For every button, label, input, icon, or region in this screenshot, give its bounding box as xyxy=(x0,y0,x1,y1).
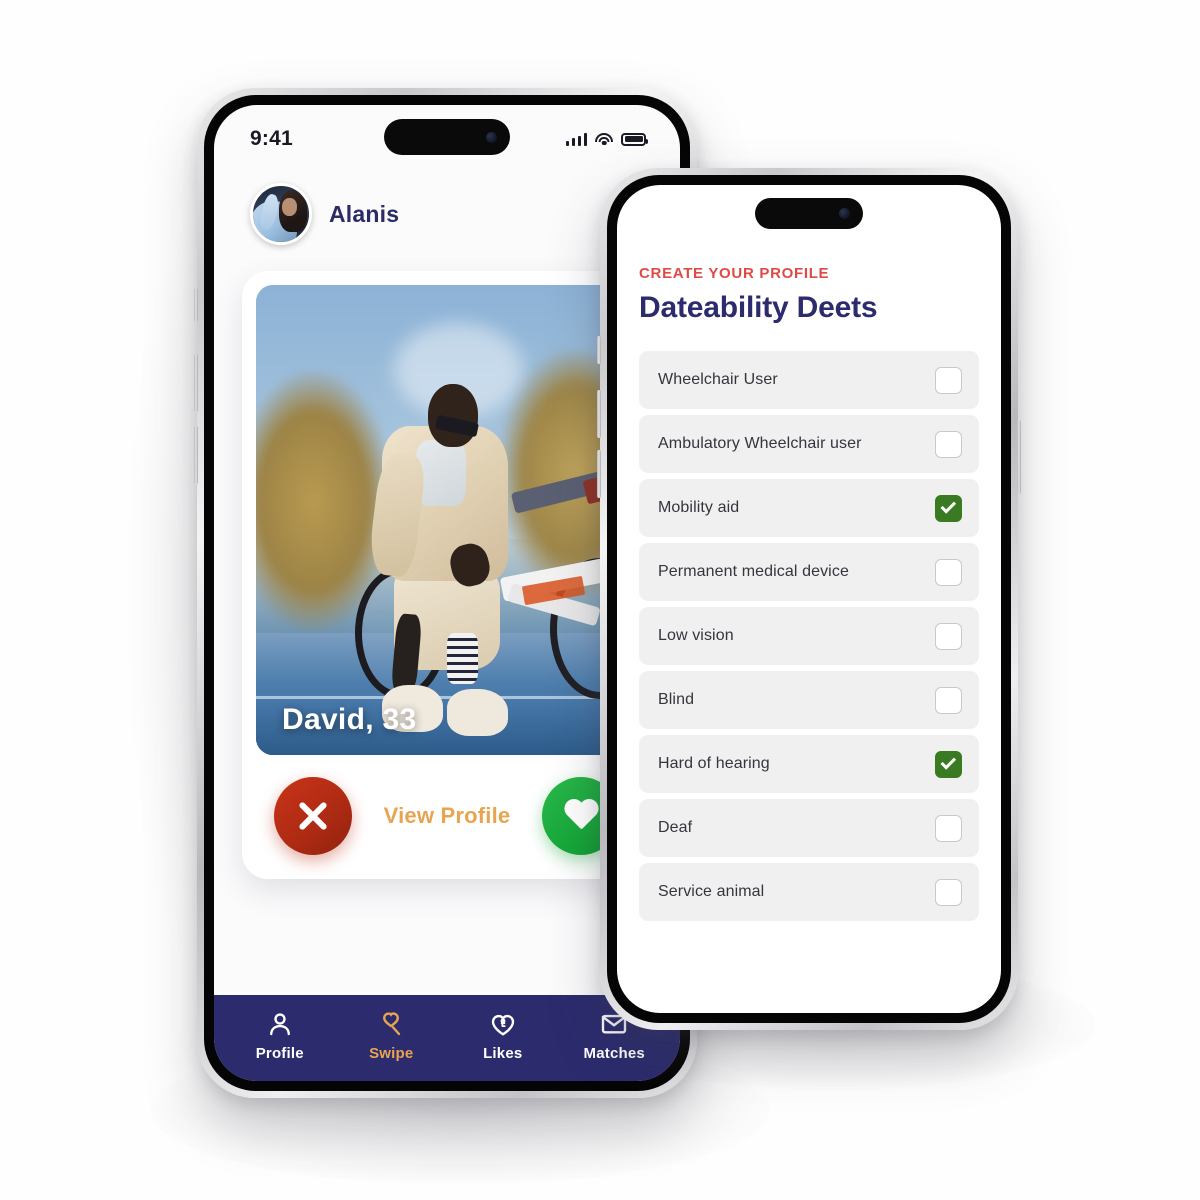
screenshot-stage: 9:41 Alanis David, 33 View Profile Profi… xyxy=(0,0,1200,1200)
volume-up-button[interactable] xyxy=(194,354,198,412)
user-name: Alanis xyxy=(329,200,400,227)
option-label: Ambulatory Wheelchair user xyxy=(658,435,862,452)
option-checkbox[interactable] xyxy=(935,814,962,842)
volume-down-button-right[interactable] xyxy=(597,450,601,498)
option-checkbox[interactable] xyxy=(935,494,962,522)
volume-up-button-right[interactable] xyxy=(597,390,601,438)
option-checkbox[interactable] xyxy=(935,686,962,714)
avatar[interactable] xyxy=(250,183,312,245)
check-icon xyxy=(940,754,956,770)
option-label: Deaf xyxy=(658,819,693,836)
heart-accessibility-icon xyxy=(491,1014,514,1036)
volume-down-button[interactable] xyxy=(194,426,198,484)
status-time: 9:41 xyxy=(250,127,293,150)
check-icon xyxy=(940,498,956,514)
person-icon xyxy=(269,1012,290,1035)
option-label: Wheelchair User xyxy=(658,371,778,388)
option-checkbox[interactable] xyxy=(935,366,962,394)
dynamic-island-right xyxy=(755,198,863,229)
heart-magnifier-icon xyxy=(383,1011,401,1035)
option-checkbox[interactable] xyxy=(935,558,962,586)
tab-swipe[interactable]: Swipe xyxy=(336,1009,448,1062)
mute-switch[interactable] xyxy=(194,288,198,322)
option-row[interactable]: Hard of hearing xyxy=(639,735,979,793)
right-phone-device: CREATE YOUR PROFILE Dateability Deets Wh… xyxy=(597,168,1021,1030)
dateability-options-list: Wheelchair User Ambulatory Wheelchair use… xyxy=(639,351,979,1013)
right-phone-bezel: CREATE YOUR PROFILE Dateability Deets Wh… xyxy=(607,175,1011,1023)
right-phone-screen: CREATE YOUR PROFILE Dateability Deets Wh… xyxy=(617,185,1001,1013)
option-checkbox[interactable] xyxy=(935,622,962,650)
option-label: Hard of hearing xyxy=(658,755,770,772)
front-camera-icon xyxy=(486,131,497,143)
tab-profile-label: Profile xyxy=(255,1044,304,1062)
x-icon xyxy=(296,799,330,833)
card-name-age: David, 33 xyxy=(282,703,417,736)
swipe-card[interactable]: David, 33 View Profile xyxy=(242,271,652,879)
wifi-icon xyxy=(595,132,613,146)
cellular-signal-icon xyxy=(565,132,587,146)
option-row[interactable]: Ambulatory Wheelchair user xyxy=(639,415,979,473)
option-row[interactable]: Permanent medical device xyxy=(639,543,979,601)
page-title: Dateability Deets xyxy=(639,291,878,324)
card-actions: View Profile xyxy=(256,755,638,879)
power-button-right[interactable] xyxy=(1017,420,1021,494)
option-row[interactable]: Mobility aid xyxy=(639,479,979,537)
bottom-tab-bar: Profile Swipe Likes Matches xyxy=(214,995,680,1081)
option-checkbox[interactable] xyxy=(935,430,962,458)
front-camera-icon-right xyxy=(839,208,850,219)
option-checkbox[interactable] xyxy=(935,750,962,778)
option-checkbox[interactable] xyxy=(935,878,962,906)
option-row[interactable]: Low vision xyxy=(639,607,979,665)
swipe-card-deck: David, 33 View Profile xyxy=(242,271,652,879)
option-label: Permanent medical device xyxy=(658,563,849,580)
profile-photo: David, 33 xyxy=(256,285,638,755)
option-row[interactable]: Wheelchair User xyxy=(639,351,979,409)
option-row[interactable]: Blind xyxy=(639,671,979,729)
option-label: Mobility aid xyxy=(658,499,740,516)
heart-icon xyxy=(563,800,599,833)
tab-likes[interactable]: Likes xyxy=(447,1009,559,1062)
status-indicators xyxy=(565,132,648,146)
battery-icon xyxy=(621,132,648,146)
option-row[interactable]: Service animal xyxy=(639,863,979,921)
tab-likes-label: Likes xyxy=(483,1044,523,1062)
option-row[interactable]: Deaf xyxy=(639,799,979,857)
reject-button[interactable] xyxy=(274,777,352,855)
option-label: Service animal xyxy=(658,883,765,900)
tab-matches-label: Matches xyxy=(583,1044,645,1062)
form-eyebrow: CREATE YOUR PROFILE xyxy=(639,265,830,282)
view-profile-button[interactable]: View Profile xyxy=(384,803,511,829)
tab-swipe-label: Swipe xyxy=(369,1044,414,1062)
option-label: Low vision xyxy=(658,627,734,644)
dynamic-island xyxy=(384,119,510,155)
tab-profile[interactable]: Profile xyxy=(224,1009,336,1062)
option-label: Blind xyxy=(658,691,695,708)
mute-switch-right[interactable] xyxy=(597,336,601,364)
